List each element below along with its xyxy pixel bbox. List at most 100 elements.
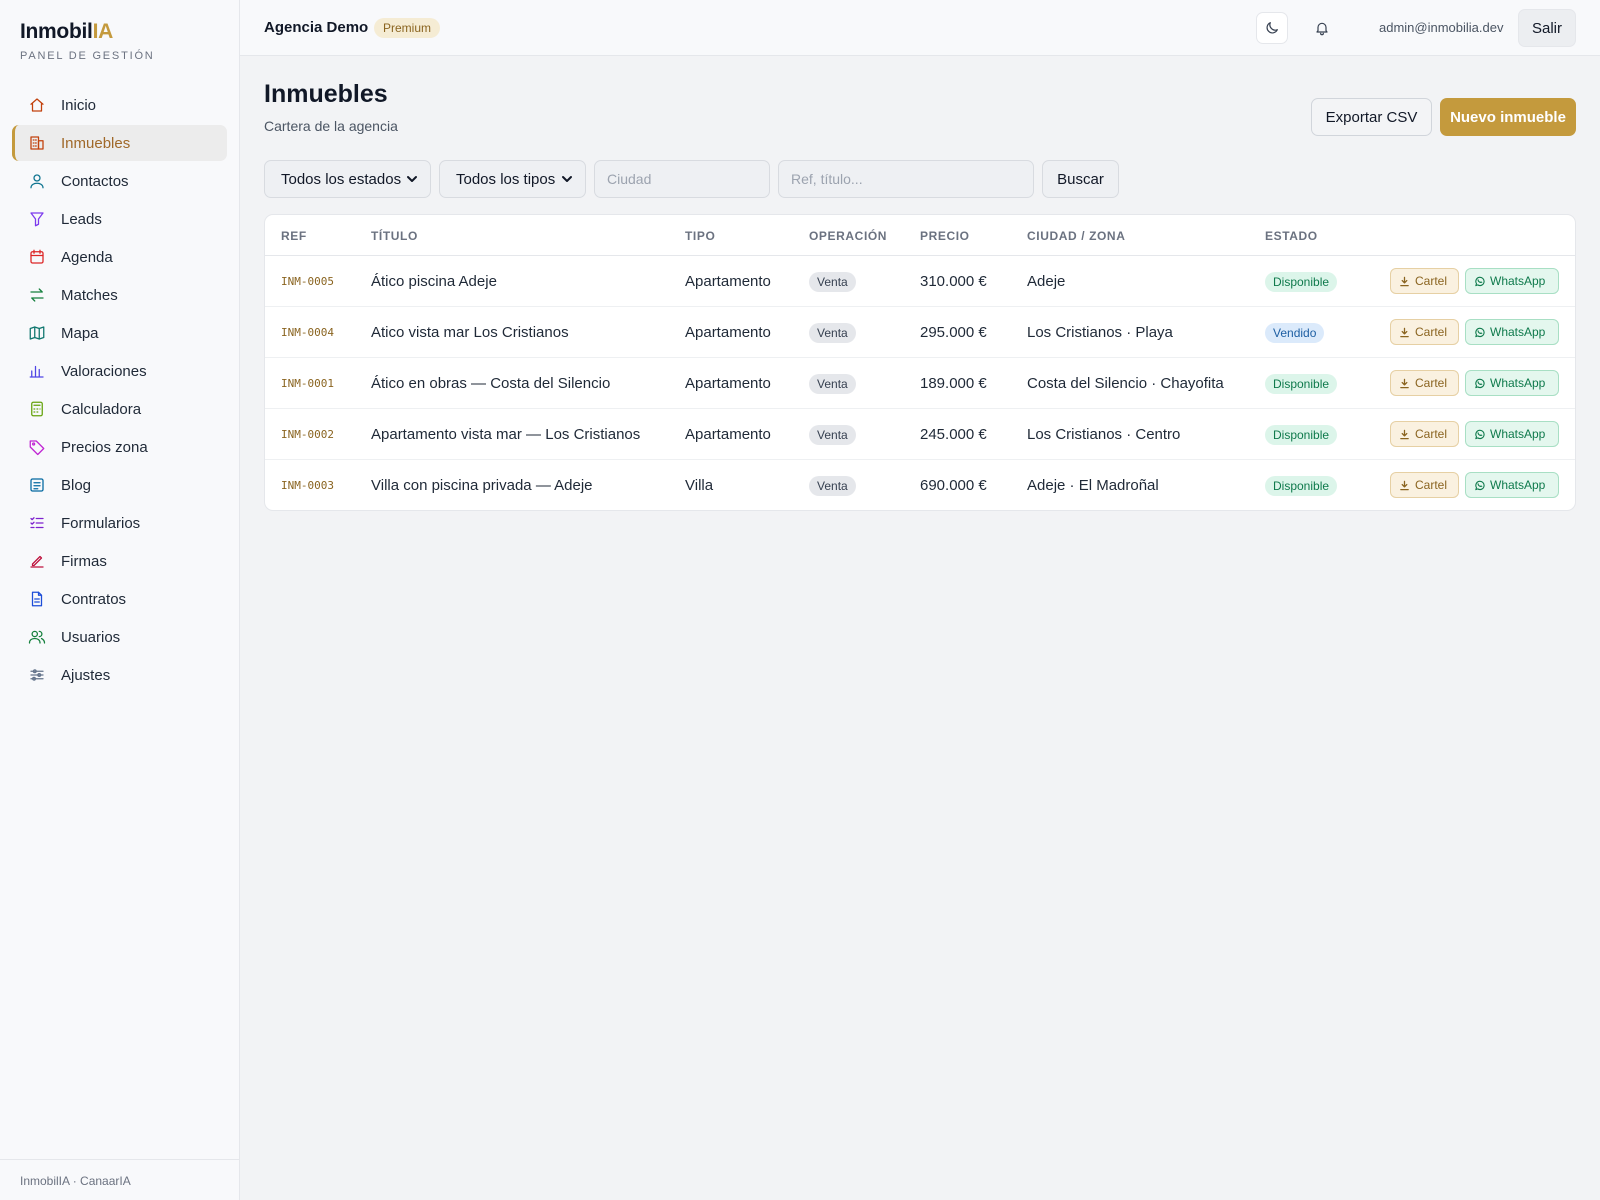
sidebar-item-inicio[interactable]: Inicio: [12, 87, 227, 123]
sidebar-item-label: Mapa: [61, 324, 99, 342]
download-poster-button[interactable]: Cartel: [1390, 268, 1459, 294]
title-cell[interactable]: Villa con piscina privada — Adeje: [371, 477, 593, 494]
tag-icon: [29, 440, 45, 456]
tag-icon: [28, 438, 46, 456]
whatsapp-button[interactable]: WhatsApp: [1465, 472, 1559, 498]
title-cell[interactable]: Ático piscina Adeje: [371, 273, 497, 290]
topbar: Agencia Demo Premium admin@inmobilia.dev…: [240, 0, 1600, 56]
column-status[interactable]: ESTADO: [1265, 229, 1318, 243]
status-badge: Disponible: [1265, 374, 1338, 394]
table-row[interactable]: INM-0004 Atico vista mar Los Cristianos Ap…: [265, 307, 1575, 358]
table-row[interactable]: INM-0001 Ático en obras — Costa del Silen…: [265, 358, 1575, 409]
title-cell[interactable]: Atico vista mar Los Cristianos: [371, 324, 569, 341]
table-row[interactable]: INM-0003 Villa con piscina privada — Adej…: [265, 460, 1575, 510]
calendar-icon: [28, 248, 46, 266]
sidebar-item-inmuebles[interactable]: Inmuebles: [12, 125, 227, 161]
status-filter-value: Todos los estados: [281, 170, 402, 188]
sidebar-item-label: Contactos: [61, 172, 129, 190]
download-poster-button[interactable]: Cartel: [1390, 472, 1459, 498]
home-icon: [30, 98, 44, 112]
sidebar-item-mapa[interactable]: Mapa: [12, 315, 227, 351]
sidebar-item-usuarios[interactable]: Usuarios: [12, 619, 227, 655]
table-row[interactable]: INM-0002 Apartamento vista mar — Los Cris…: [265, 409, 1575, 460]
table-row[interactable]: INM-0005 Ático piscina Adeje Apartamento Ve…: [265, 256, 1575, 307]
document-icon: [31, 591, 43, 607]
theme-toggle-button[interactable]: [1256, 12, 1288, 44]
column-city[interactable]: CIUDAD / ZONA: [1027, 229, 1125, 243]
export-csv-button[interactable]: Exportar CSV: [1311, 98, 1432, 136]
price-cell: 295.000 €: [920, 324, 987, 341]
search-button[interactable]: Buscar: [1042, 160, 1119, 198]
ref-cell[interactable]: INM-0004: [281, 326, 334, 339]
column-ref[interactable]: REF: [281, 229, 307, 243]
ref-cell[interactable]: INM-0002: [281, 428, 334, 441]
notifications-button[interactable]: [1306, 12, 1338, 44]
map-icon: [29, 326, 45, 340]
sidebar-item-ajustes[interactable]: Ajustes: [12, 657, 227, 693]
sidebar-item-matches[interactable]: Matches: [12, 277, 227, 313]
sidebar-nav: Inicio Inmuebles Contactos Leads Agenda Match…: [12, 87, 227, 695]
logout-button[interactable]: Salir: [1518, 9, 1576, 47]
sidebar-item-calculadora[interactable]: Calculadora: [12, 391, 227, 427]
map-icon: [28, 324, 46, 342]
status-filter-select[interactable]: Todos los estados: [264, 160, 431, 198]
whatsapp-button[interactable]: WhatsApp: [1465, 319, 1559, 345]
price-cell: 690.000 €: [920, 477, 987, 494]
calculator-icon: [28, 400, 46, 418]
new-property-button[interactable]: Nuevo inmueble: [1440, 98, 1576, 136]
sidebar-item-label: Contratos: [61, 590, 127, 608]
bar-chart-icon: [29, 365, 44, 378]
brand[interactable]: InmobilIA PANEL DE GESTIÓN: [20, 20, 155, 62]
sidebar-item-agenda[interactable]: Agenda: [12, 239, 227, 275]
download-poster-button[interactable]: Cartel: [1390, 370, 1459, 396]
users-icon: [28, 628, 46, 646]
sidebar-item-contratos[interactable]: Contratos: [12, 581, 227, 617]
bar-chart-icon: [28, 362, 46, 380]
whatsapp-button[interactable]: WhatsApp: [1465, 268, 1559, 294]
home-icon: [28, 96, 46, 114]
sidebar-item-blog[interactable]: Blog: [12, 467, 227, 503]
funnel-icon: [28, 210, 46, 228]
checklist-icon: [28, 514, 46, 532]
type-filter-select[interactable]: Todos los tipos: [439, 160, 586, 198]
sidebar-item-label: Inmuebles: [61, 134, 131, 152]
sidebar-item-precios-zona[interactable]: Precios zona: [12, 429, 227, 465]
column-title[interactable]: TÍTULO: [371, 229, 418, 243]
sidebar-item-valoraciones[interactable]: Valoraciones: [12, 353, 227, 389]
whatsapp-icon: [1475, 480, 1485, 490]
table-header: REF TÍTULO TIPO OPERACIÓN PRECIO CIUDAD …: [265, 215, 1575, 256]
whatsapp-button[interactable]: WhatsApp: [1465, 421, 1559, 447]
user-icon: [28, 172, 46, 190]
sidebar-item-label: Valoraciones: [61, 362, 147, 380]
city-input[interactable]: Ciudad: [594, 160, 770, 198]
whatsapp-label: WhatsApp: [1490, 325, 1546, 339]
search-query-input[interactable]: Ref, título...: [778, 160, 1034, 198]
poster-label: Cartel: [1415, 478, 1448, 492]
column-operation[interactable]: OPERACIÓN: [809, 229, 887, 243]
poster-label: Cartel: [1415, 325, 1448, 339]
city-cell: Los Cristianos · Centro: [1027, 426, 1181, 443]
column-type[interactable]: TIPO: [685, 229, 715, 243]
whatsapp-button[interactable]: WhatsApp: [1465, 370, 1559, 396]
ref-cell[interactable]: INM-0003: [281, 479, 334, 492]
page-subtitle: Cartera de la agencia: [264, 118, 398, 134]
funnel-icon: [30, 212, 44, 227]
ref-cell[interactable]: INM-0005: [281, 275, 334, 288]
title-cell[interactable]: Ático en obras — Costa del Silencio: [371, 375, 610, 392]
sidebar-item-leads[interactable]: Leads: [12, 201, 227, 237]
checklist-icon: [30, 517, 44, 529]
users-icon: [28, 630, 46, 644]
article-icon: [28, 476, 46, 494]
title-cell[interactable]: Apartamento vista mar — Los Cristianos: [371, 426, 640, 443]
sidebar-item-contactos[interactable]: Contactos: [12, 163, 227, 199]
download-poster-button[interactable]: Cartel: [1390, 319, 1459, 345]
status-badge: Disponible: [1265, 476, 1338, 496]
download-poster-button[interactable]: Cartel: [1390, 421, 1459, 447]
pen-icon: [28, 552, 46, 570]
sidebar: InmobilIA PANEL DE GESTIÓN Inicio Inmuebl…: [0, 0, 240, 1200]
column-price[interactable]: PRECIO: [920, 229, 970, 243]
sidebar-item-formularios[interactable]: Formularios: [12, 505, 227, 541]
poster-label: Cartel: [1415, 274, 1448, 288]
sidebar-item-firmas[interactable]: Firmas: [12, 543, 227, 579]
ref-cell[interactable]: INM-0001: [281, 377, 334, 390]
